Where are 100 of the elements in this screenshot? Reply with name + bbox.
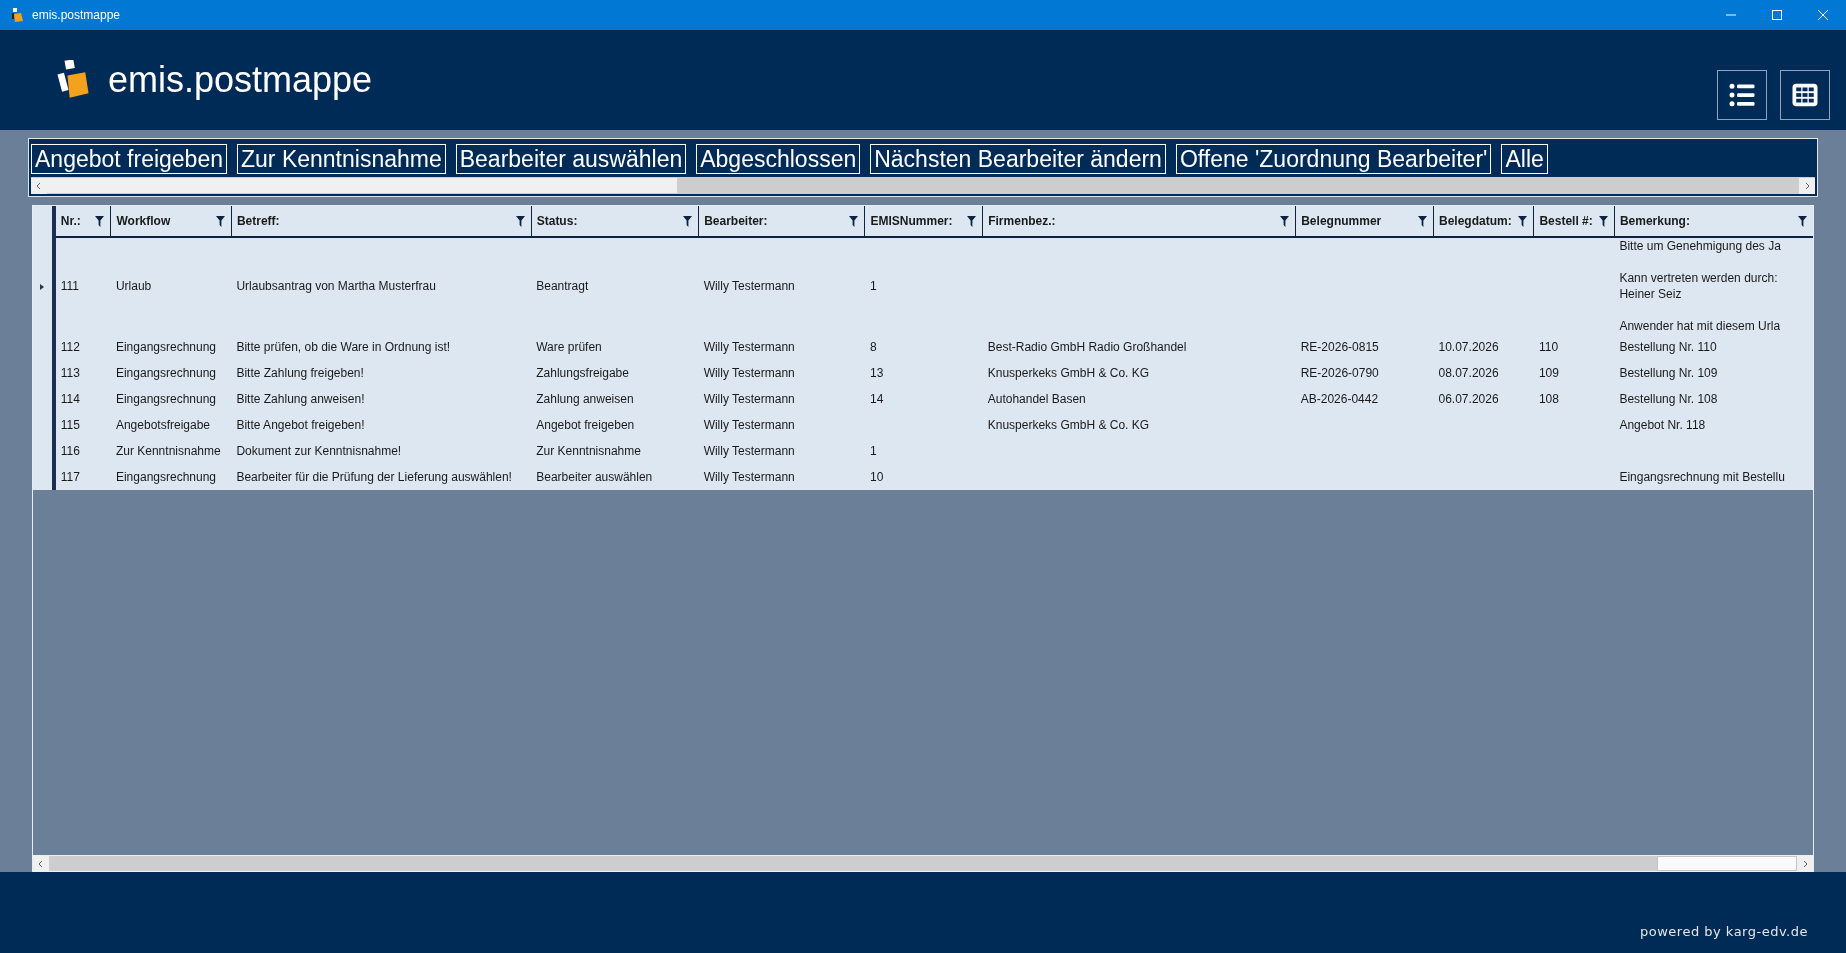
table-row[interactable]: 113 Eingangsrechnung Bitte Zahlung freigeben! Zahlungsfreigabe Willy Testermann 13 Knusperkeks GmbH & Co. KG RE-2026-0790 08.07.2026 109 Bestellung Nr. 109 bbox=[33, 360, 1813, 386]
table-cell: Zahlungsfreigabe bbox=[536, 366, 629, 380]
table-cell: Knusperkeks GmbH & Co. KG bbox=[987, 366, 1150, 380]
table-row[interactable]: 114 Eingangsrechnung Bitte Zahlung anweisen! Zahlung anweisen Willy Testermann 14 Autohandel Basen AB-2026-0442 06.07.2026 108 Bestellung Nr. 108 bbox=[33, 386, 1813, 412]
table-cell: 112 bbox=[60, 340, 80, 354]
table-cell: Bestellung Nr. 109 bbox=[1619, 366, 1718, 380]
column-header[interactable]: Betreff: bbox=[236, 214, 280, 228]
filter-icon[interactable] bbox=[515, 215, 525, 227]
column-header[interactable]: Status: bbox=[536, 214, 578, 228]
table-cell: Angebot freigeben bbox=[536, 418, 635, 432]
column-header[interactable]: Firmenbez.: bbox=[988, 214, 1056, 228]
table-cell: Eingangsrechnung bbox=[115, 340, 216, 354]
table-cell: RE-2026-0815 bbox=[1300, 340, 1379, 354]
column-header[interactable]: Bemerkung: bbox=[1619, 214, 1690, 228]
scrollbar-thumb[interactable] bbox=[1657, 856, 1797, 871]
table-cell: 113 bbox=[60, 366, 80, 380]
table-cell: 14 bbox=[870, 392, 884, 406]
table-cell: 10 bbox=[870, 470, 884, 484]
table-cell: 114 bbox=[60, 392, 80, 406]
table-row[interactable]: 112 Eingangsrechnung Bitte prüfen, ob die Ware in Ordnung ist! Ware prüfen Willy Testermann 8 Best-Radio GmbH Radio Großhandel RE-2026-0815 10.07.2026 110 Bestellung Nr. 110 bbox=[33, 334, 1813, 360]
table-cell: 115 bbox=[60, 418, 80, 432]
table-cell: RE-2026-0790 bbox=[1300, 366, 1379, 380]
table-cell: 110 bbox=[1538, 340, 1559, 354]
filter-button[interactable]: Abgeschlossen bbox=[696, 144, 861, 174]
table-row[interactable]: 115 Angebotsfreigabe Bitte Angebot freigeben! Angebot freigeben Willy Testermann Knusperkeks GmbH & Co. KG Angebot Nr. 118 bbox=[33, 412, 1813, 438]
table-row[interactable]: 116 Zur Kenntnisnahme Dokument zur Kenntnisnahme! Zur Kenntnisnahme Willy Testermann 1 bbox=[33, 438, 1813, 464]
table-cell: Willy Testermann bbox=[703, 340, 795, 354]
table-cell: 109 bbox=[1538, 366, 1559, 380]
table-cell: Zur Kenntnisnahme bbox=[536, 444, 641, 458]
filter-icon[interactable] bbox=[1798, 215, 1807, 227]
table-row[interactable]: 111 Urlaub Urlaubsantrag von Martha Musterfrau Beantragt Willy Testermann 1 Bitte um Genehmigung des Ja Kann vertreten werden durch: Heiner Seiz Anwender hat mit diesem Urla bbox=[33, 237, 1813, 334]
table-cell: 10.07.2026 bbox=[1438, 340, 1499, 354]
table-cell: Knusperkeks GmbH & Co. KG bbox=[987, 418, 1150, 432]
table-cell: Eingangsrechnung bbox=[115, 470, 216, 484]
filter-button[interactable]: Bearbeiter auswählen bbox=[455, 144, 687, 174]
table-cell: Willy Testermann bbox=[703, 470, 795, 484]
table-cell: Willy Testermann bbox=[703, 366, 795, 380]
filter-button[interactable]: Zur Kenntnisnahme bbox=[237, 144, 446, 174]
table-cell: Heiner Seiz bbox=[1619, 286, 1682, 302]
table-cell: Best-Radio GmbH Radio Großhandel bbox=[987, 340, 1187, 354]
grid-view-button[interactable] bbox=[1780, 70, 1830, 120]
filter-icon[interactable] bbox=[967, 215, 977, 227]
table-cell: Bearbeiter für die Prüfung der Lieferung auswählen! bbox=[236, 470, 512, 484]
table-cell: Dokument zur Kenntnisnahme! bbox=[236, 444, 402, 458]
table-cell: 08.07.2026 bbox=[1438, 366, 1499, 380]
table-cell: 06.07.2026 bbox=[1438, 392, 1499, 406]
table-cell: Bitte Zahlung anweisen! bbox=[236, 392, 365, 406]
filter-icon[interactable] bbox=[1418, 215, 1427, 227]
table-cell: Anwender hat mit diesem Urla bbox=[1619, 318, 1781, 334]
list-view-button[interactable] bbox=[1717, 70, 1767, 120]
table-cell: 1 bbox=[870, 444, 877, 458]
table-cell: Eingangsrechnung bbox=[115, 366, 216, 380]
table-cell: 108 bbox=[1538, 392, 1559, 406]
table-cell: Angebotsfreigabe bbox=[115, 418, 210, 432]
close-icon bbox=[1818, 10, 1828, 20]
table-cell: Urlaubsantrag von Martha Musterfrau bbox=[236, 279, 436, 293]
app-title: emis.postmappe bbox=[108, 59, 373, 101]
table-cell: Angebot Nr. 118 bbox=[1619, 418, 1706, 432]
logo-icon bbox=[56, 60, 90, 100]
footer-text: powered by karg-edv.de bbox=[1640, 924, 1808, 939]
current-row-indicator bbox=[40, 283, 45, 290]
table-cell: Bestellung Nr. 110 bbox=[1619, 340, 1717, 354]
window-title: emis.postmappe bbox=[32, 8, 121, 22]
filter-icon[interactable] bbox=[683, 215, 693, 227]
scrollbar-thumb[interactable] bbox=[47, 178, 677, 193]
table-cell: 111 bbox=[60, 279, 79, 293]
table-cell: Bitte Zahlung freigeben! bbox=[236, 366, 364, 380]
maximize-icon bbox=[1772, 10, 1782, 20]
table-cell: Kann vertreten werden durch: bbox=[1619, 270, 1778, 286]
table-cell: Bearbeiter auswählen bbox=[536, 470, 653, 484]
table-cell: 1 bbox=[870, 279, 877, 293]
app-icon bbox=[10, 7, 26, 23]
table-cell: Beantragt bbox=[536, 279, 589, 293]
table-cell: 117 bbox=[60, 470, 80, 484]
table-cell: Willy Testermann bbox=[703, 418, 795, 432]
table-cell: 116 bbox=[60, 444, 80, 458]
filter-icon[interactable] bbox=[1598, 215, 1608, 227]
column-header[interactable]: Nr.: bbox=[60, 214, 81, 228]
filter-button[interactable]: Nächsten Bearbeiter ändern bbox=[870, 144, 1166, 174]
table-cell: Bitte Angebot freigeben! bbox=[236, 418, 365, 432]
filter-icon[interactable] bbox=[1518, 215, 1528, 227]
table-cell: Autohandel Basen bbox=[987, 392, 1086, 406]
filter-icon[interactable] bbox=[849, 215, 859, 227]
column-header[interactable]: Bearbeiter: bbox=[704, 214, 768, 228]
filter-button[interactable]: Angebot freigeben bbox=[31, 144, 227, 174]
filter-icon[interactable] bbox=[215, 215, 225, 227]
table-cell: 8 bbox=[870, 340, 877, 354]
table-cell: Eingangsrechnung mit Bestellu bbox=[1619, 470, 1785, 484]
filter-button[interactable]: Offene 'Zuordnung Bearbeiter' bbox=[1175, 144, 1492, 174]
filter-icon[interactable] bbox=[95, 215, 105, 227]
horizontal-scrollbar[interactable] bbox=[33, 855, 1813, 872]
table-cell: Zahlung anweisen bbox=[536, 392, 634, 406]
table-cell: Ware prüfen bbox=[536, 340, 602, 354]
filter-button[interactable]: Alle bbox=[1501, 144, 1548, 174]
table-row[interactable]: 117 Eingangsrechnung Bearbeiter für die Prüfung der Lieferung auswählen! Bearbeiter auswählen Willy Testermann 10 Eingangsrechnung mit Bestellu bbox=[33, 464, 1813, 490]
filter-icon[interactable] bbox=[1280, 215, 1290, 227]
table-cell: Bestellung Nr. 108 bbox=[1619, 392, 1718, 406]
horizontal-scrollbar[interactable] bbox=[31, 177, 1815, 194]
table-cell: Willy Testermann bbox=[703, 392, 795, 406]
table-cell: Willy Testermann bbox=[703, 279, 795, 293]
